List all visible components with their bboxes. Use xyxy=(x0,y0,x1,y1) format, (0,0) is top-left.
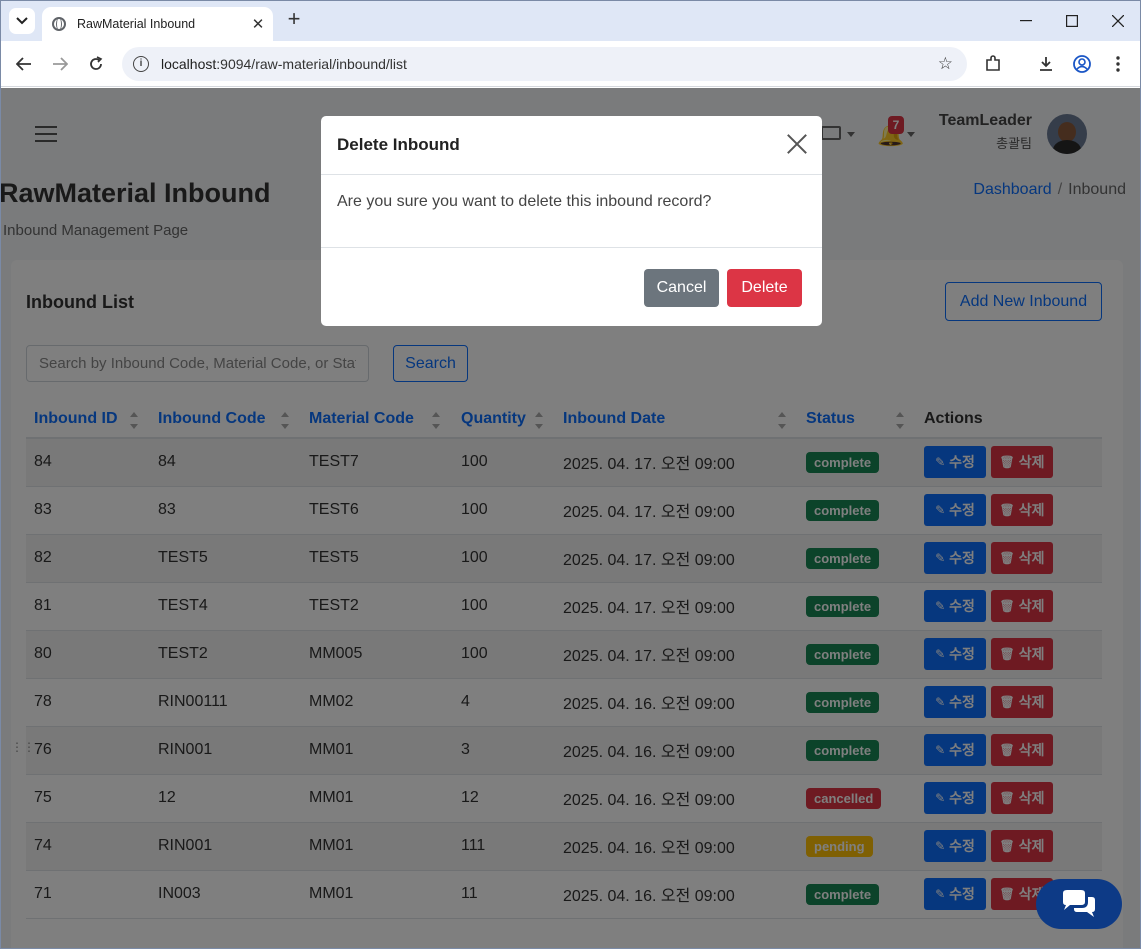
maximize-button[interactable] xyxy=(1049,1,1095,41)
url-host: localhost xyxy=(161,56,217,72)
tab-title: RawMaterial Inbound xyxy=(77,17,196,31)
modal-footer: Cancel Delete xyxy=(321,247,822,326)
browser-tab[interactable]: RawMaterial Inbound ✕ xyxy=(42,7,273,41)
url-text[interactable]: localhost:9094/raw-material/inbound/list xyxy=(161,56,407,72)
browser-window: RawMaterial Inbound ✕ + i localhost:9094… xyxy=(0,0,1141,949)
reload-button[interactable] xyxy=(84,52,108,76)
extensions-button[interactable] xyxy=(981,52,1005,76)
new-tab-button[interactable]: + xyxy=(283,8,305,31)
reload-icon xyxy=(90,56,103,70)
address-bar[interactable]: i localhost:9094/raw-material/inbound/li… xyxy=(122,47,967,81)
chat-bubbles-icon xyxy=(1063,890,1095,917)
tab-search-button[interactable] xyxy=(9,8,35,34)
profile-icon xyxy=(1073,55,1091,73)
arrow-right-icon xyxy=(53,57,68,71)
chat-button[interactable] xyxy=(1036,879,1122,929)
puzzle-icon xyxy=(986,55,1000,71)
close-window-button[interactable] xyxy=(1095,1,1140,41)
back-button[interactable] xyxy=(12,52,36,76)
url-path: :9094/raw-material/inbound/list xyxy=(216,56,407,72)
chevron-down-icon xyxy=(16,17,28,25)
kebab-menu-icon xyxy=(1116,56,1120,72)
download-icon xyxy=(1040,57,1052,71)
globe-icon xyxy=(52,17,66,31)
browser-menu-button[interactable] xyxy=(1106,52,1130,76)
site-info-icon[interactable]: i xyxy=(133,56,149,72)
maximize-icon xyxy=(1066,15,1078,27)
close-icon[interactable] xyxy=(786,133,808,155)
delete-button[interactable]: Delete xyxy=(727,269,802,307)
minimize-icon xyxy=(1020,20,1032,22)
bookmark-star-icon[interactable]: ☆ xyxy=(938,54,953,74)
cancel-button[interactable]: Cancel xyxy=(644,269,719,307)
modal-title: Delete Inbound xyxy=(337,135,460,154)
close-icon xyxy=(1112,15,1124,27)
modal-body-text: Are you sure you want to delete this inb… xyxy=(337,193,712,210)
forward-button[interactable] xyxy=(48,52,72,76)
modal-header: Delete Inbound xyxy=(321,116,822,175)
profile-button[interactable] xyxy=(1070,52,1094,76)
tab-strip: RawMaterial Inbound ✕ + xyxy=(1,1,1140,41)
tab-close-icon[interactable]: ✕ xyxy=(247,13,269,35)
browser-toolbar: i localhost:9094/raw-material/inbound/li… xyxy=(1,41,1140,87)
downloads-button[interactable] xyxy=(1034,52,1058,76)
delete-modal: Delete Inbound Are you sure you want to … xyxy=(321,116,822,326)
arrow-left-icon xyxy=(16,57,31,71)
minimize-button[interactable] xyxy=(1003,1,1049,41)
